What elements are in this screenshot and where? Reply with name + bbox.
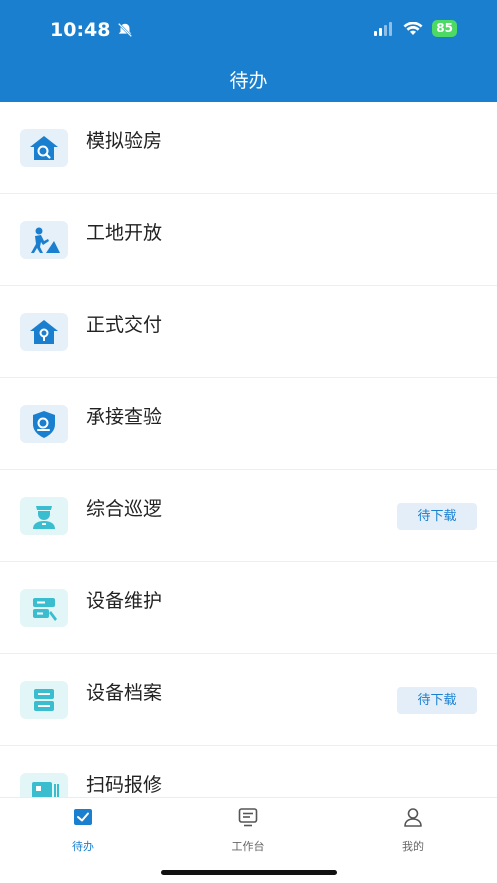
list-item-patrol[interactable]: 综合巡逻 待下载: [0, 470, 497, 562]
signal-icon: [374, 21, 393, 36]
item-label: 设备维护: [86, 590, 163, 612]
todo-list: 模拟验房 工地开放 正式交付 承接查验 综合巡逻 待下载 设备维护 设备档案 待…: [0, 102, 497, 797]
tab-label: 我的: [402, 840, 424, 853]
app-header: 10:48 85 待办: [0, 0, 497, 102]
house-search-icon: [20, 129, 68, 167]
tab-todo[interactable]: 待办: [33, 806, 133, 854]
item-label: 综合巡逻: [86, 498, 163, 520]
list-item-equipment-files[interactable]: 设备档案 待下载: [0, 654, 497, 746]
list-item-formal-delivery[interactable]: 正式交付: [0, 286, 497, 378]
user-icon: [404, 808, 422, 827]
item-label: 正式交付: [86, 314, 163, 336]
page-title: 待办: [229, 70, 268, 92]
list-item-mock-inspection[interactable]: 模拟验房: [0, 102, 497, 194]
item-label: 工地开放: [86, 222, 163, 244]
wifi-icon: [403, 21, 423, 35]
workbench-icon: [238, 808, 258, 827]
item-label: 承接查验: [86, 406, 163, 428]
status-time: 10:48: [50, 19, 134, 41]
pending-download-badge[interactable]: 待下载: [397, 503, 477, 530]
construction-worker-icon: [20, 221, 68, 259]
battery-level: 85: [436, 21, 453, 35]
tab-workbench[interactable]: 工作台: [198, 806, 298, 854]
tab-profile[interactable]: 我的: [363, 806, 463, 854]
tab-label: 待办: [72, 840, 94, 853]
house-key-icon: [20, 313, 68, 351]
status-indicators: 85: [374, 20, 457, 37]
home-indicator: [161, 870, 337, 875]
status-bar: 10:48 85: [0, 0, 497, 60]
time-text: 10:48: [50, 19, 111, 41]
item-label: 扫码报修: [86, 774, 163, 796]
security-guard-icon: [20, 497, 68, 535]
battery-indicator: 85: [432, 20, 457, 37]
scan-repair-icon: [20, 773, 68, 797]
list-item-site-open[interactable]: 工地开放: [0, 194, 497, 286]
tab-label: 工作台: [231, 840, 265, 853]
server-wrench-icon: [20, 589, 68, 627]
item-label: 设备档案: [86, 682, 163, 704]
list-item-equipment-maintenance[interactable]: 设备维护: [0, 562, 497, 654]
item-label: 模拟验房: [86, 130, 163, 152]
list-item-scan-repair[interactable]: 扫码报修: [0, 746, 497, 797]
bell-muted-icon: [118, 22, 133, 38]
list-item-takeover-inspection[interactable]: 承接查验: [0, 378, 497, 470]
pending-download-badge[interactable]: 待下载: [397, 687, 477, 714]
server-file-icon: [20, 681, 68, 719]
shield-search-icon: [20, 405, 68, 443]
todo-check-icon: [74, 809, 92, 825]
